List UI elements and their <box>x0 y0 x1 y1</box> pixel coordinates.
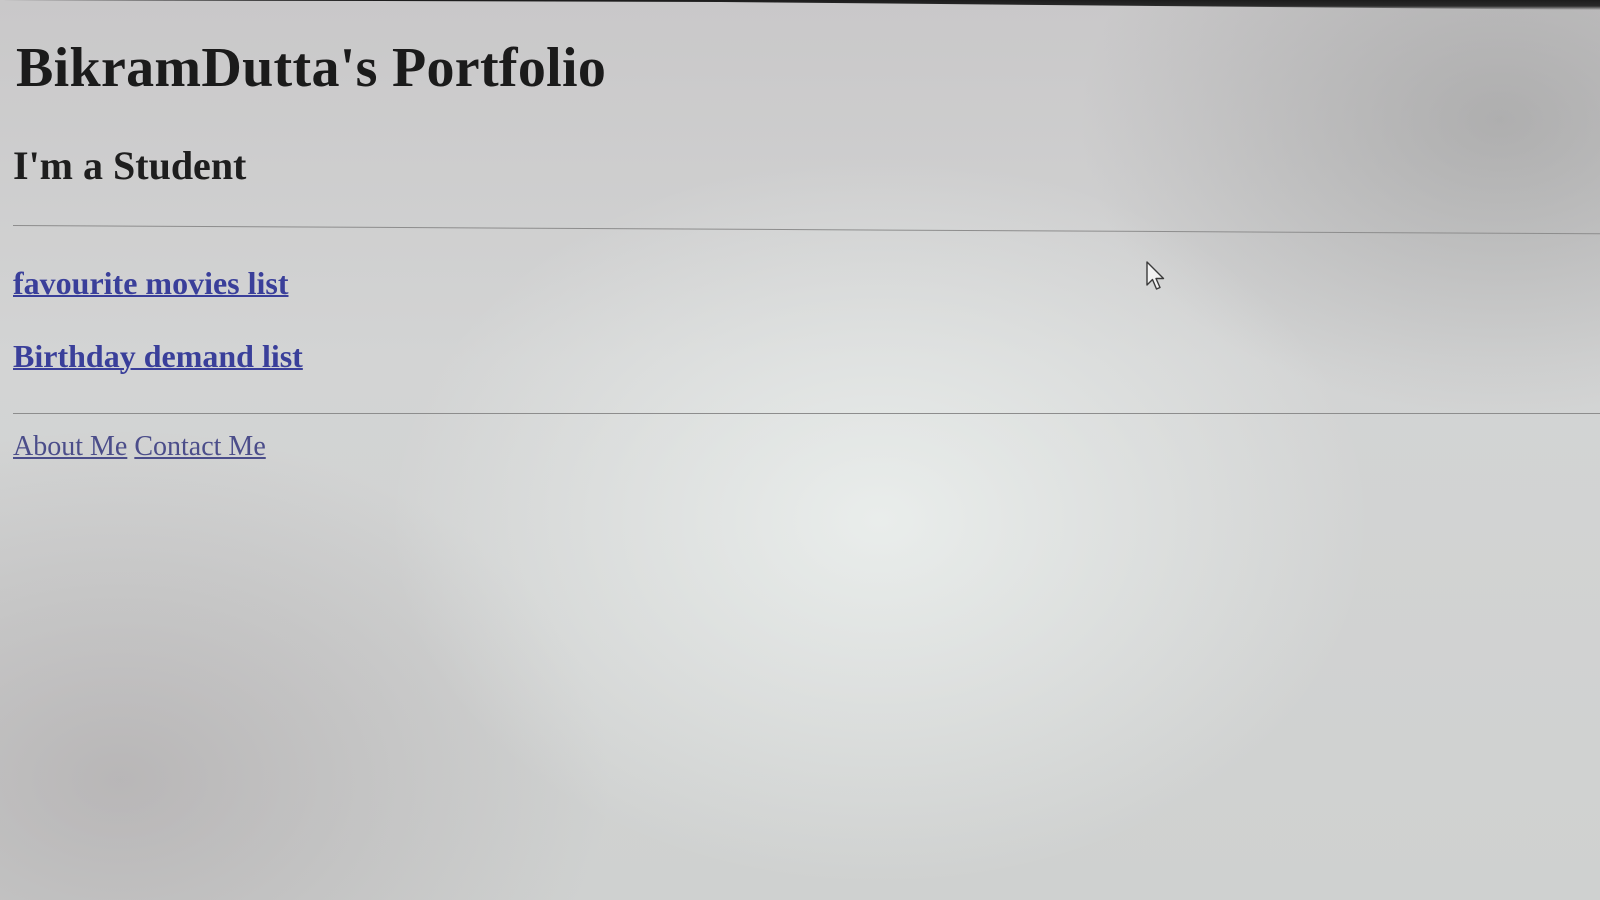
horizontal-divider-top <box>12 225 1600 235</box>
about-me-link[interactable]: About Me <box>13 431 127 462</box>
favourite-movies-link[interactable]: favourite movies list <box>13 265 289 302</box>
footer-links: About Me Contact Me <box>13 431 266 463</box>
screen-bezel-edge <box>0 0 1600 10</box>
mouse-pointer-icon <box>1146 261 1165 290</box>
page-title: BikramDutta's Portfolio <box>16 37 607 99</box>
page-subtitle: I'm a Student <box>13 143 247 188</box>
contact-me-link[interactable]: Contact Me <box>134 431 265 462</box>
birthday-demand-link[interactable]: Birthday demand list <box>13 338 303 375</box>
horizontal-divider-bottom <box>13 413 1600 414</box>
